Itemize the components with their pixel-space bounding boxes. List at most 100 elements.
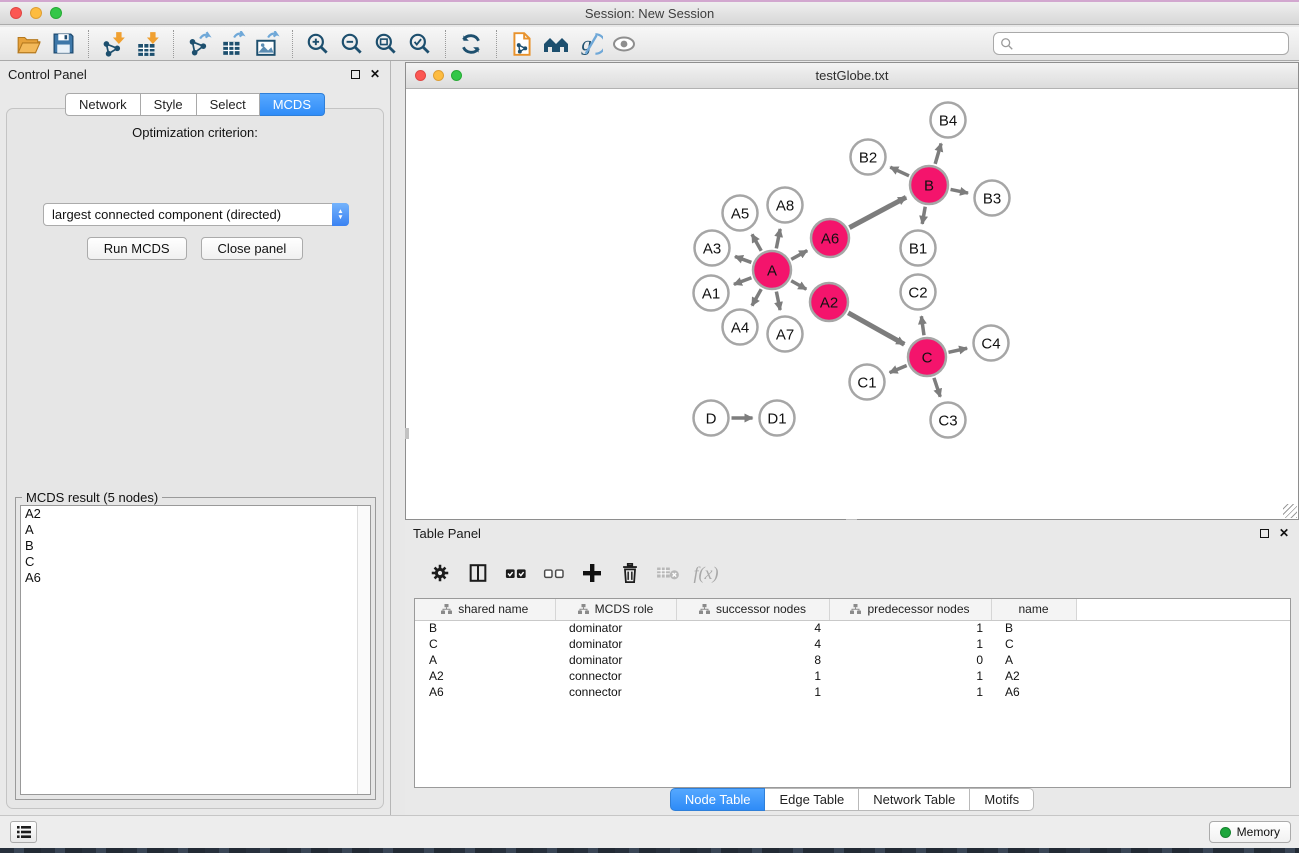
graph-edge-A-A6[interactable] [791, 251, 807, 260]
table-cell[interactable]: A2 [991, 668, 1076, 684]
graph-edge-A-A7[interactable] [776, 292, 780, 310]
close-network-window-button[interactable] [415, 70, 426, 81]
delete-column-trash-icon[interactable] [616, 559, 644, 587]
graph-node-D[interactable]: D [694, 401, 729, 436]
graph-edge-B-B3[interactable] [951, 189, 968, 193]
table-cell[interactable]: C [991, 636, 1076, 652]
graph-node-A5[interactable]: A5 [723, 196, 758, 231]
eye-icon[interactable] [607, 29, 641, 59]
graph-edge-A-A1[interactable] [734, 278, 751, 285]
column-header-shared-name[interactable]: shared name [415, 599, 555, 620]
graph-node-C1[interactable]: C1 [850, 365, 885, 400]
new-network-from-selection-icon[interactable] [505, 29, 539, 59]
table-cell[interactable]: connector [555, 668, 676, 684]
create-column-plus-icon[interactable] [578, 559, 606, 587]
table-cell[interactable]: 1 [829, 636, 991, 652]
graph-node-A4[interactable]: A4 [723, 310, 758, 345]
tab-mcds[interactable]: MCDS [260, 93, 325, 116]
graph-node-C2[interactable]: C2 [901, 275, 936, 310]
mcds-result-item[interactable]: A2 [21, 506, 370, 522]
graph-edge-A-A3[interactable] [735, 256, 751, 262]
close-panel-button[interactable]: Close panel [201, 237, 304, 260]
table-cell[interactable]: connector [555, 684, 676, 700]
table-cell[interactable]: dominator [555, 636, 676, 652]
graph-node-A[interactable]: A [753, 251, 791, 289]
zoom-selected-icon[interactable] [403, 29, 437, 59]
mcds-result-item[interactable]: A6 [21, 570, 370, 586]
table-cell[interactable]: dominator [555, 652, 676, 668]
table-cell[interactable]: 1 [676, 684, 829, 700]
table-cell[interactable]: A6 [415, 684, 555, 700]
graph-node-B[interactable]: B [910, 166, 948, 204]
tab-network-table[interactable]: Network Table [859, 788, 970, 811]
table-cell[interactable]: A2 [415, 668, 555, 684]
network-canvas[interactable]: B4B2BB3A8A5A6A3B1AC2A1A2A4A7C4CC1DC3D1 [406, 89, 1298, 519]
graph-edge-B-B2[interactable] [890, 167, 909, 176]
table-cell[interactable]: A [991, 652, 1076, 668]
close-window-button[interactable] [10, 7, 22, 19]
graph-edge-B-B1[interactable] [922, 207, 925, 224]
table-row[interactable]: Adominator80A [415, 652, 1290, 668]
tab-motifs[interactable]: Motifs [970, 788, 1034, 811]
graph-node-C[interactable]: C [908, 338, 946, 376]
task-history-button[interactable] [10, 821, 37, 843]
zoom-in-icon[interactable] [301, 29, 335, 59]
graph-node-B4[interactable]: B4 [931, 103, 966, 138]
table-row[interactable]: A6connector11A6 [415, 684, 1290, 700]
network-window-titlebar[interactable]: testGlobe.txt [406, 63, 1298, 89]
refresh-icon[interactable] [454, 29, 488, 59]
table-row[interactable]: Cdominator41C [415, 636, 1290, 652]
resize-grip-icon[interactable] [1283, 504, 1297, 518]
graph-edge-B-B4[interactable] [935, 144, 941, 164]
tab-node-table[interactable]: Node Table [670, 788, 766, 811]
mcds-result-item[interactable]: B [21, 538, 370, 554]
open-session-icon[interactable] [12, 29, 46, 59]
graph-edge-A6-B[interactable] [849, 197, 906, 227]
table-cell[interactable]: 0 [829, 652, 991, 668]
table-row[interactable]: Bdominator41B [415, 620, 1290, 636]
graph-node-B1[interactable]: B1 [901, 231, 936, 266]
memory-button[interactable]: Memory [1209, 821, 1291, 843]
mcds-result-item[interactable]: C [21, 554, 370, 570]
search-box[interactable] [993, 32, 1289, 55]
graph-node-A8[interactable]: A8 [768, 188, 803, 223]
minimize-window-button[interactable] [30, 7, 42, 19]
table-cell[interactable]: 1 [829, 684, 991, 700]
graph-node-D1[interactable]: D1 [760, 401, 795, 436]
zoom-fit-icon[interactable] [369, 29, 403, 59]
zoom-window-button[interactable] [50, 7, 62, 19]
table-cell[interactable]: 1 [676, 668, 829, 684]
graph-node-A7[interactable]: A7 [768, 317, 803, 352]
criterion-select[interactable]: largest connected component (directed) ▲… [43, 203, 349, 226]
table-cell[interactable]: dominator [555, 620, 676, 636]
table-cell[interactable]: C [415, 636, 555, 652]
graph-edge-C-C2[interactable] [921, 316, 924, 335]
tab-network[interactable]: Network [65, 93, 141, 116]
graph-edge-C-C3[interactable] [934, 378, 940, 397]
table-cell[interactable]: 4 [676, 620, 829, 636]
table-cell[interactable]: B [415, 620, 555, 636]
export-network-icon[interactable] [182, 29, 216, 59]
import-network-icon[interactable] [97, 29, 131, 59]
zoom-out-icon[interactable] [335, 29, 369, 59]
graph-edge-C-C4[interactable] [948, 348, 967, 352]
close-panel-icon[interactable]: ✕ [368, 67, 382, 81]
zoom-network-window-button[interactable] [451, 70, 462, 81]
close-table-panel-icon[interactable]: ✕ [1277, 526, 1291, 540]
mcds-result-item[interactable]: A [21, 522, 370, 538]
graphics-details-toggle-icon[interactable]: g [573, 29, 607, 59]
graph-edge-A2-C[interactable] [848, 313, 904, 345]
graph-node-C3[interactable]: C3 [931, 403, 966, 438]
tab-style[interactable]: Style [141, 93, 197, 116]
export-table-icon[interactable] [216, 29, 250, 59]
graph-node-A6[interactable]: A6 [811, 219, 849, 257]
save-session-icon[interactable] [46, 29, 80, 59]
graph-edge-A-A4[interactable] [752, 289, 761, 305]
graph-edge-A-A8[interactable] [776, 229, 780, 248]
show-column-panel-icon[interactable] [464, 559, 492, 587]
select-all-icon[interactable] [502, 559, 530, 587]
table-cell[interactable]: A [415, 652, 555, 668]
graph-node-B3[interactable]: B3 [975, 181, 1010, 216]
tab-select[interactable]: Select [197, 93, 260, 116]
table-row[interactable]: A2connector11A2 [415, 668, 1290, 684]
